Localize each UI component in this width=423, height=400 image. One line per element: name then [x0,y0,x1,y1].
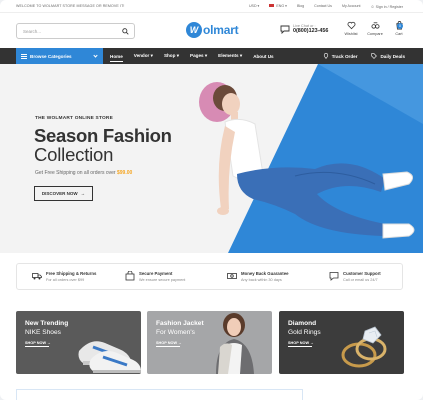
next-section-box [16,389,303,400]
live-chat[interactable]: Live Chat or : 0(800)123-456 [280,24,328,34]
compare-button[interactable]: Compare [367,21,383,36]
page-frame: WELCOME TO WOLMART STORE MESSAGE OR REMO… [0,0,423,400]
discover-now-button[interactable]: DISCOVER NOW → [34,186,93,201]
currency-select[interactable]: USD ▾ [249,4,259,9]
language-select[interactable]: ENG ▾ [269,4,287,9]
feature-money-back: Money Back Guarantee Any back within 30 d… [227,271,289,282]
header: Search... W olmart Live Chat or : 0(800)… [0,13,423,48]
main-nav: Browse Categories Home Vendor ▾ Shop ▾ P… [0,48,423,64]
features-bar: Free Shipping & Returns For all orders ov… [16,263,403,290]
nav-item-elements[interactable]: Elements ▾ [218,53,242,59]
banner-1-subtitle: NIKE Shoes [25,329,61,336]
nav-item-shop[interactable]: Shop ▾ [164,53,179,59]
menu: Home Vendor ▾ Shop ▾ Pages ▾ Elements ▾ … [110,48,274,64]
nav-item-about[interactable]: About Us [253,54,273,59]
nav-item-home[interactable]: Home [110,54,123,62]
welcome-message: WELCOME TO WOLMART STORE MESSAGE OR REMO… [16,4,125,8]
bag-icon [125,271,135,281]
hero-model-image [199,82,415,239]
banner-1-shop-now[interactable]: SHOP NOW → [25,341,51,347]
hero-slider: THE WOLMART ONLINE STORE Season Fashion … [0,64,423,253]
banner-2-subtitle: For Women's [156,329,195,336]
banner-2-shop-now[interactable]: SHOP NOW → [156,341,182,347]
arrow-right-icon: → [80,191,86,196]
banner-3-title: Diamond [288,320,317,327]
compare-icon [370,22,380,29]
track-order-link[interactable]: Track Order [323,53,357,59]
nav-item-vendor[interactable]: Vendor ▾ [134,53,153,59]
hero-shipping-price: $99.00 [117,170,133,176]
daily-deals-link[interactable]: Daily Deals [371,53,405,59]
logo-text: olmart [203,23,239,37]
user-icon: ☺ [370,4,375,9]
link-signin[interactable]: ☺ Sign in / Register [371,4,403,9]
search-icon[interactable] [122,28,129,35]
feature-shipping: Free Shipping & Returns For all orders ov… [32,271,96,282]
search-input[interactable]: Search... [16,23,135,39]
hero-subtitle: THE WOLMART ONLINE STORE [35,116,113,121]
menu-icon [21,53,27,59]
tag-icon [371,53,378,59]
banner-2-title: Fashion Jacket [156,320,204,327]
nav-item-pages[interactable]: Pages ▾ [190,53,207,59]
hero-title-2: Collection [34,144,114,165]
chat-icon [329,272,339,281]
link-blog[interactable]: Blog [297,4,304,9]
cart-label: Cart [395,32,403,36]
shoes-image [78,341,141,373]
wishlist-label: Wishlist [344,32,358,36]
flag-icon [269,4,275,7]
heart-icon [347,21,355,30]
banner-nike-shoes[interactable]: New Trending NIKE Shoes SHOP NOW → [16,311,141,374]
money-icon [227,273,237,279]
banner-3-subtitle: Gold Rings [288,329,321,336]
chat-icon [280,25,290,34]
search-placeholder: Search... [23,29,42,34]
hero-shipping-text: Get Free Shipping on all orders over $99… [35,170,133,176]
browse-categories-button[interactable]: Browse Categories [16,48,103,64]
ring-image [341,326,387,368]
truck-icon [32,273,42,280]
compare-label: Compare [367,32,383,36]
logo-mark: W [186,22,202,38]
banner-3-shop-now[interactable]: SHOP NOW → [288,341,314,347]
wishlist-button[interactable]: Wishlist [343,21,359,36]
link-contact[interactable]: Contact Us [314,4,332,9]
banner-gold-rings[interactable]: Diamond Gold Rings SHOP NOW → [279,311,404,374]
link-account[interactable]: My Account [342,4,361,9]
phone-number: 0(800)123-456 [293,28,329,34]
top-bar: WELCOME TO WOLMART STORE MESSAGE OR REMO… [0,0,423,13]
banner-fashion-jacket[interactable]: Fashion Jacket For Women's SHOP NOW → [147,311,272,374]
feature-support: Customer Support Call or email us 24/7 [329,271,381,282]
location-icon [323,53,328,59]
chevron-down-icon [93,53,98,58]
logo[interactable]: W olmart [186,22,239,38]
woman-jacket-image [216,313,254,374]
feature-payment: Secure Payment We ensure secure payment [125,271,185,282]
nav-right: Track Order Daily Deals [323,48,405,64]
top-bar-links: USD ▾ ENG ▾ Blog Contact Us My Account ☺… [249,4,403,9]
banner-1-title: New Trending [25,320,69,327]
browse-label: Browse Categories [30,53,72,59]
cart-count-badge: 0 [397,23,403,29]
